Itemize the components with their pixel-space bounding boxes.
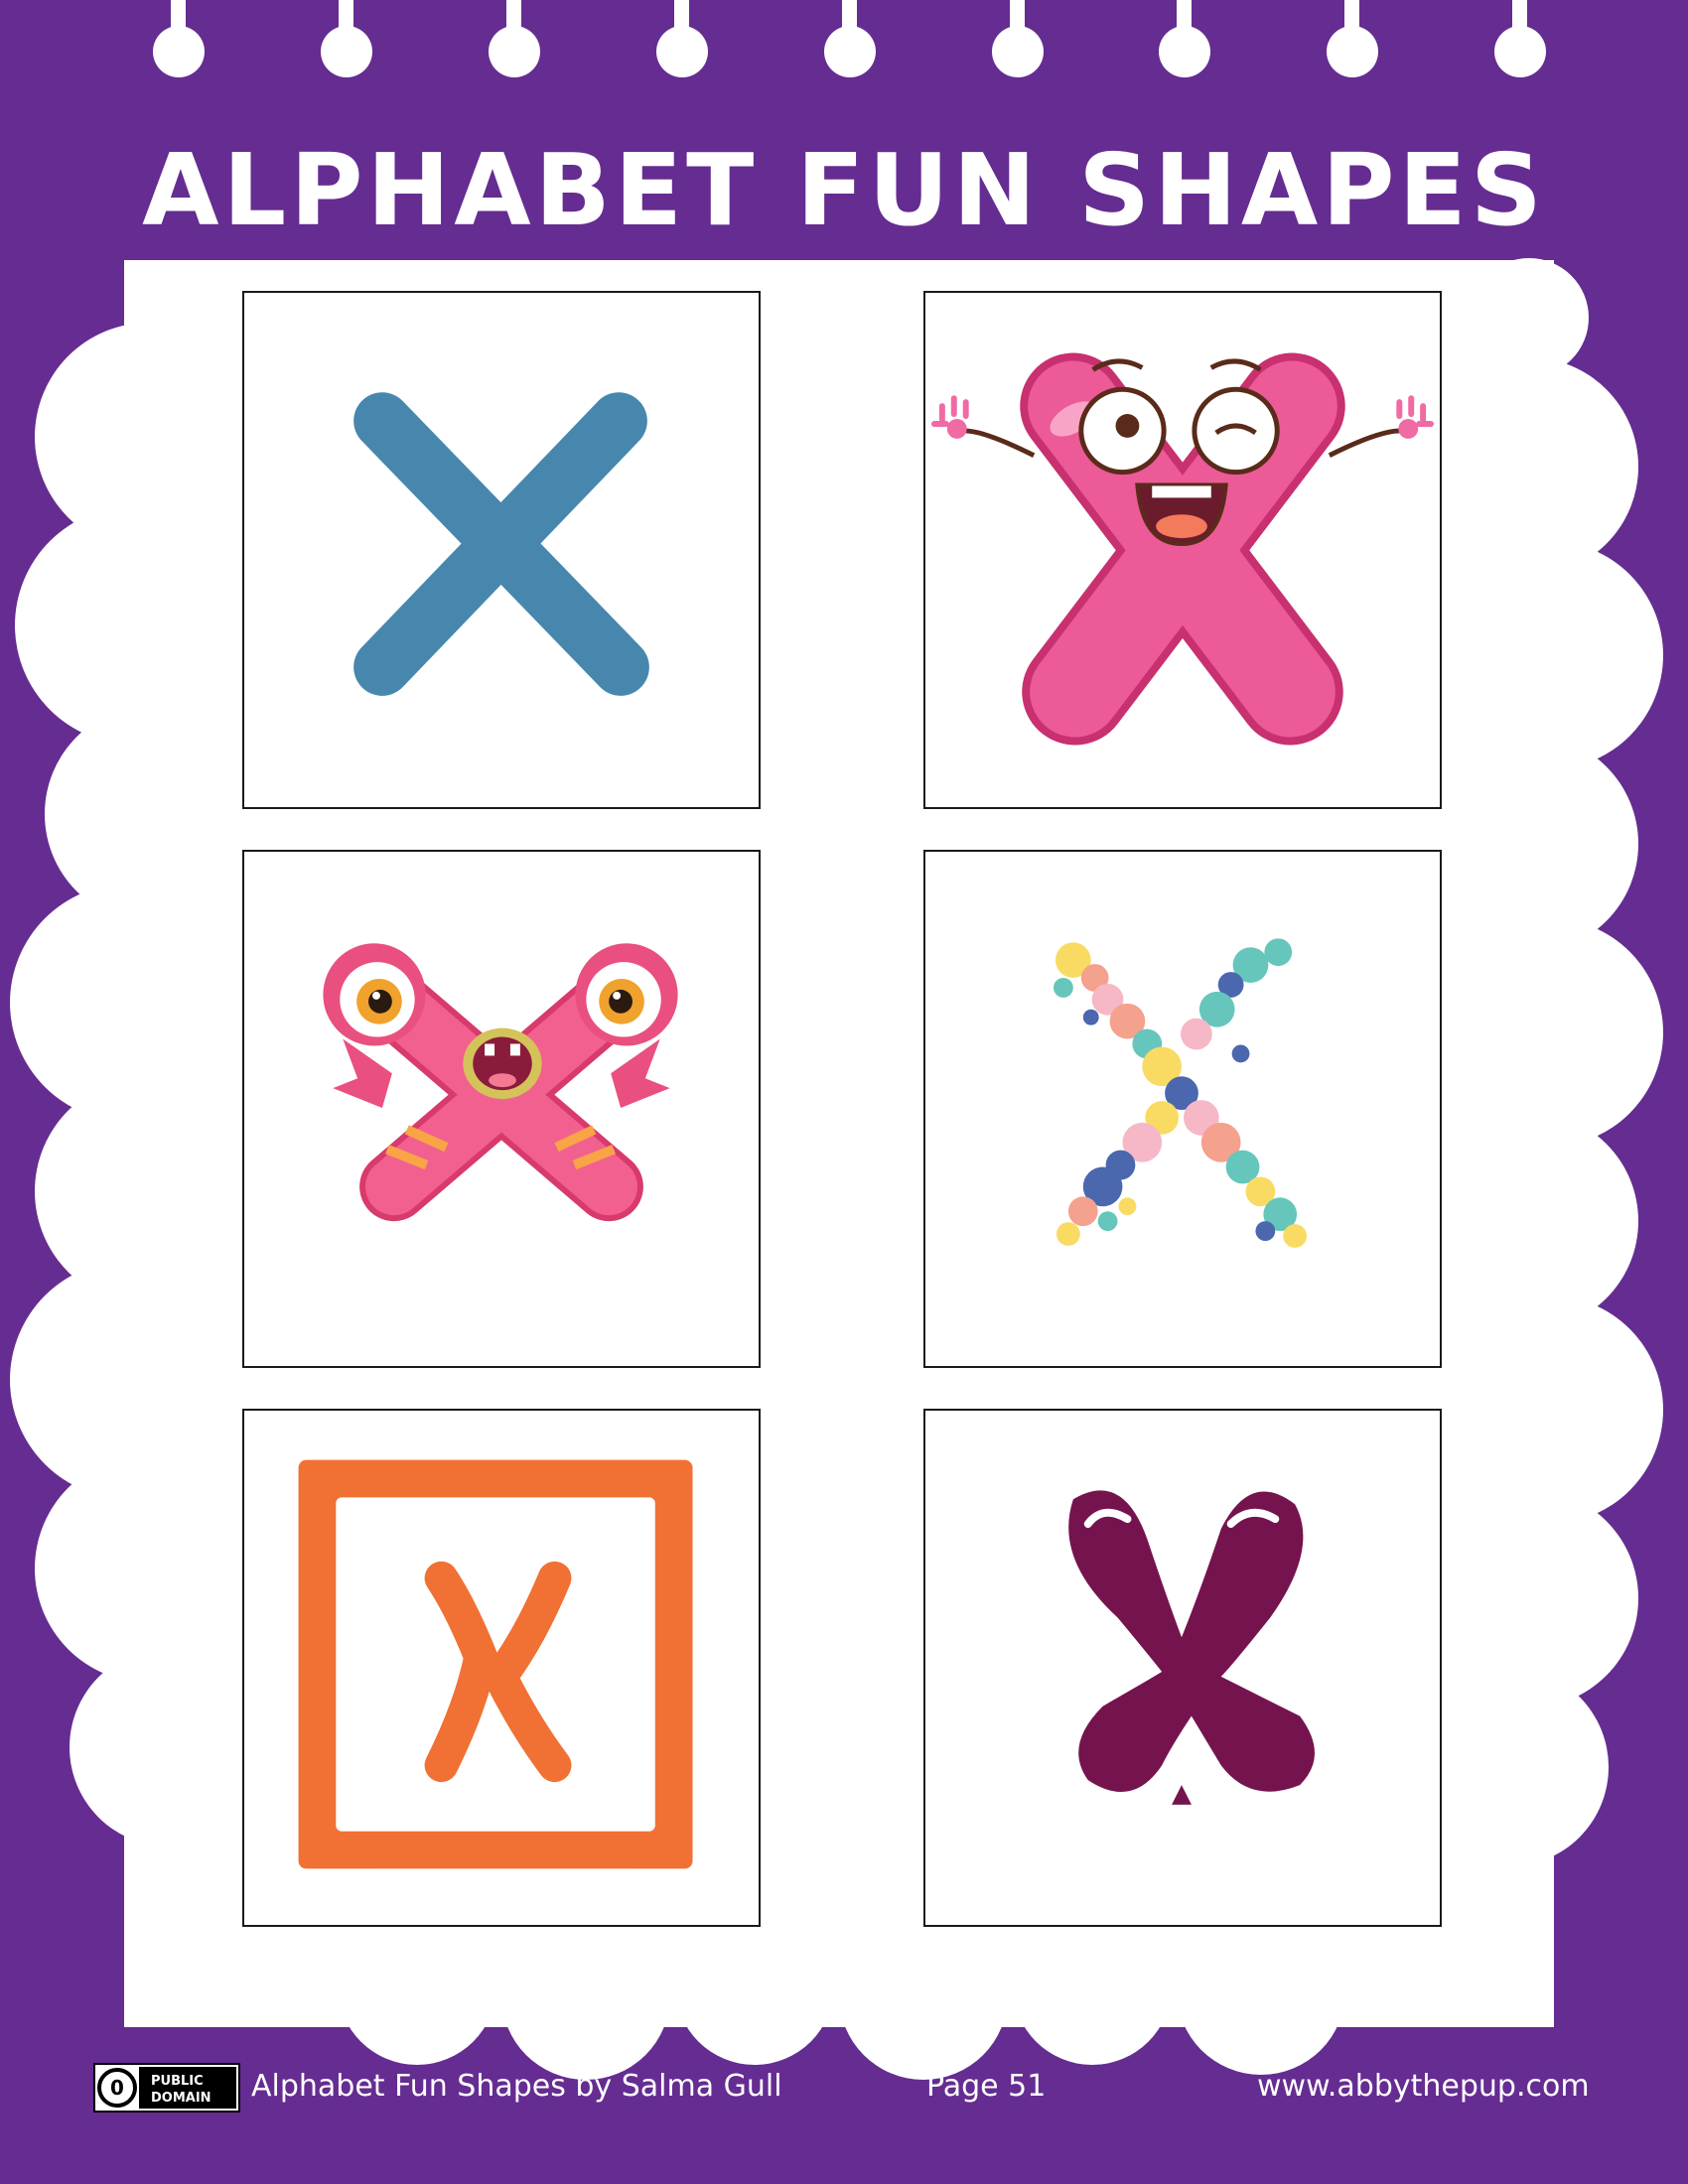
public-domain-icon: 0 PUBLIC DOMAIN xyxy=(97,2067,236,2109)
card-bubble-x xyxy=(923,850,1442,1368)
bubble-x-letter xyxy=(1054,938,1308,1248)
worksheet-page: ALPHABET FUN SHAPES 0 PUBLIC DOMAIN Alph… xyxy=(0,0,1688,2184)
svg-text:0: 0 xyxy=(110,2076,124,2100)
page-title: ALPHABET FUN SHAPES xyxy=(142,132,1546,246)
balloon-x-letter xyxy=(1068,1490,1315,1805)
title-text: ALPHABET FUN SHAPES xyxy=(142,132,1546,246)
card-balloon-x xyxy=(923,1409,1442,1927)
monster-pink-x xyxy=(323,943,678,1222)
card-monster-x xyxy=(242,850,761,1368)
blue-x-letter xyxy=(353,392,649,696)
footer-credit: Alphabet Fun Shapes by Salma Gull xyxy=(251,2069,782,2104)
smiling-pink-x xyxy=(930,352,1435,746)
orange-framed-x xyxy=(298,1459,693,1869)
svg-text:DOMAIN: DOMAIN xyxy=(151,2091,211,2106)
page-number: Page 51 xyxy=(926,2069,1047,2104)
card-plain-x xyxy=(242,291,761,809)
website-link[interactable]: www.abbythepup.com xyxy=(1257,2069,1590,2104)
binder-holes xyxy=(153,0,1546,77)
svg-text:PUBLIC: PUBLIC xyxy=(151,2074,204,2089)
public-domain-badge: 0 PUBLIC DOMAIN xyxy=(93,2063,240,2113)
card-smiling-x xyxy=(923,291,1442,809)
card-framed-x xyxy=(242,1409,761,1927)
